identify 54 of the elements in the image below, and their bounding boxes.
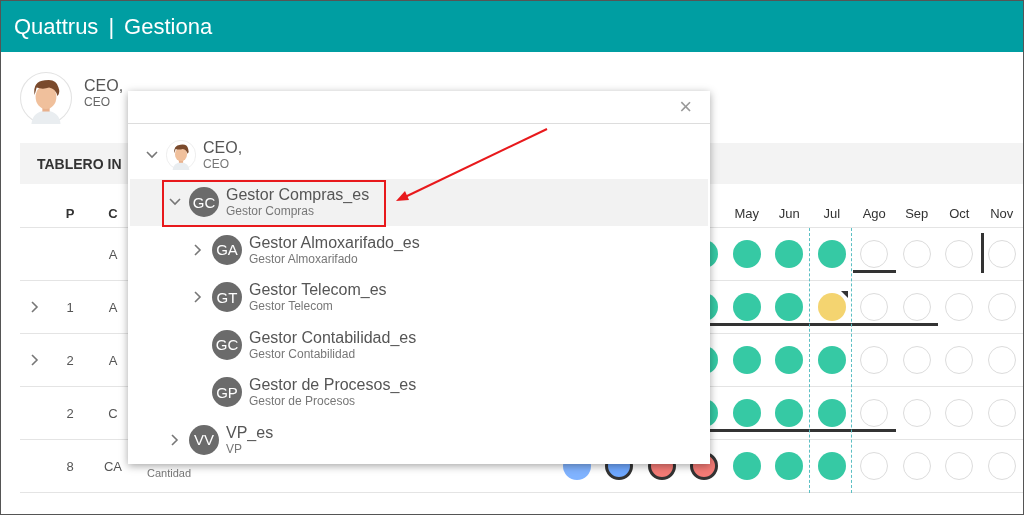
brand-separator: | — [108, 13, 115, 40]
column-header: P — [64, 205, 76, 221]
table-cell-text: 8 — [65, 458, 75, 474]
user-name: CEO, — [84, 77, 124, 95]
person-name: Gestor Telecom_es — [249, 281, 387, 300]
person-role: Gestor de Procesos — [249, 394, 357, 409]
initials-avatar: VV — [189, 424, 219, 455]
avatar-icon — [20, 72, 72, 124]
table-cell-text: A — [107, 246, 119, 262]
expand-icon[interactable] — [29, 354, 41, 366]
tree-item[interactable]: CEO, CEO — [130, 131, 708, 179]
expand-icon[interactable] — [192, 243, 204, 256]
initials-avatar: GA — [212, 234, 242, 265]
person-role: Gestor Contabilidad — [249, 346, 357, 361]
collapse-icon[interactable] — [146, 148, 158, 161]
person-name: VP_es — [226, 423, 274, 442]
person-name: Gestor Contabilidad_es — [249, 328, 417, 347]
table-cell-text: CA — [102, 458, 124, 474]
user-role: CEO — [84, 95, 111, 109]
expand-icon[interactable] — [192, 291, 204, 304]
table-cell-text: A — [107, 352, 119, 368]
initials-avatar: GC — [212, 329, 242, 360]
month-header: May — [733, 205, 761, 221]
table-cell-text: C — [107, 405, 119, 421]
table-cell-text: A — [107, 299, 119, 315]
month-header: Nov — [989, 205, 1015, 221]
avatar-icon — [166, 139, 196, 170]
table-cell-text: 2 — [65, 405, 75, 421]
column-header: C — [107, 205, 119, 221]
person-role: CEO — [203, 156, 230, 171]
expand-icon[interactable] — [169, 433, 181, 446]
expand-icon[interactable] — [29, 301, 41, 313]
dashboard-title: TABLERO IN — [37, 155, 122, 172]
person-name: Gestor de Procesos_es — [249, 376, 417, 395]
brand-name: Quattrus — [14, 13, 99, 40]
month-header: Sep — [904, 205, 930, 221]
person-name: CEO, — [203, 138, 243, 157]
month-header: Oct — [948, 205, 971, 221]
person-role: VP — [226, 441, 243, 456]
month-header: Jun — [777, 205, 801, 221]
person-name: Gestor Almoxarifado_es — [249, 233, 420, 252]
app-name: Gestiona — [124, 13, 213, 40]
initials-avatar: GT — [212, 282, 242, 313]
table-cell-text: 2 — [65, 352, 75, 368]
initials-avatar: GP — [212, 377, 242, 408]
person-role: Gestor Telecom — [249, 299, 334, 314]
person-name: Gestor Compras_es — [226, 186, 370, 205]
cell-caption: Cantidad — [147, 467, 193, 479]
month-header: Ago — [861, 205, 887, 221]
person-role: Gestor Almoxarifado — [249, 251, 359, 266]
month-header: Jul — [822, 205, 842, 221]
table-cell-text: 1 — [65, 299, 75, 315]
initials-avatar: GC — [189, 187, 219, 218]
person-role: Gestor Compras — [226, 204, 316, 219]
